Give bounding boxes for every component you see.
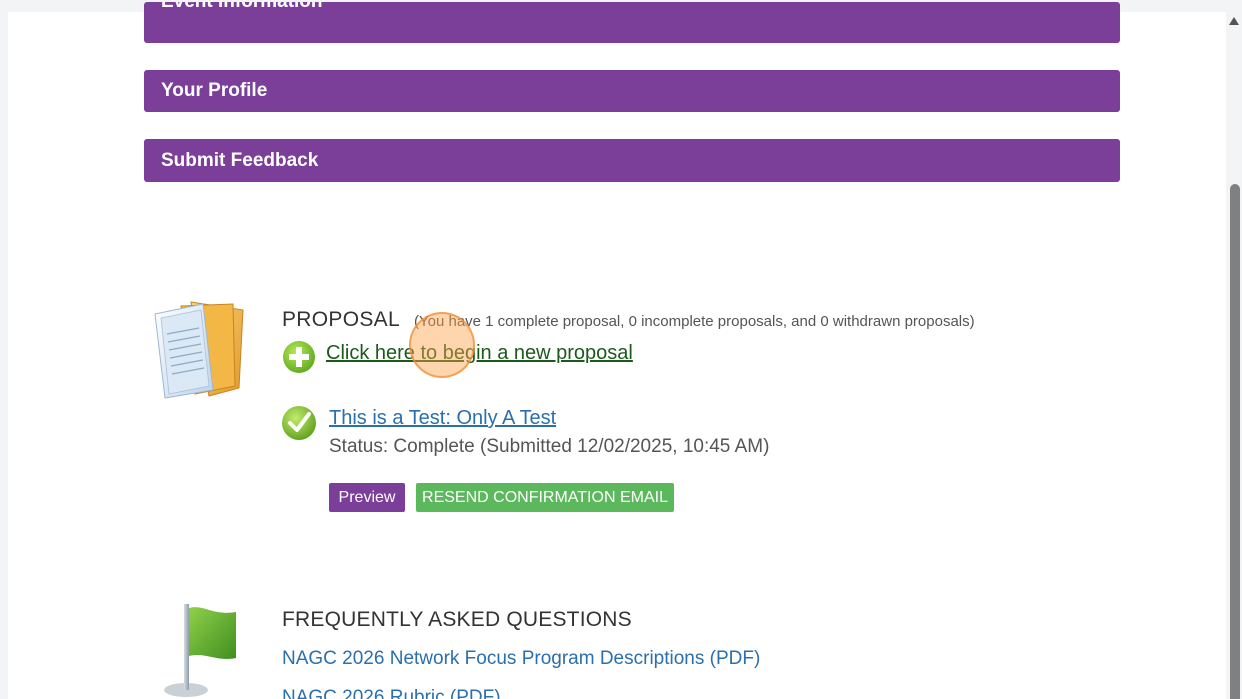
page-content: Event Information Your Profile Submit Fe… <box>8 2 1226 699</box>
new-proposal-link[interactable]: Click here to begin a new proposal <box>326 342 633 365</box>
preview-button[interactable]: Preview <box>329 483 405 512</box>
green-flag-icon <box>164 604 236 697</box>
your-profile-label: Your Profile <box>161 80 268 101</box>
resend-confirmation-email-button[interactable]: RESEND CONFIRMATION EMAIL <box>416 483 674 512</box>
scroll-up-arrow-icon[interactable] <box>1229 17 1239 25</box>
faq-link-rubric[interactable]: NAGC 2026 Rubric (PDF) <box>282 687 501 699</box>
event-information-label: Event Information <box>161 2 323 13</box>
checkmark-circle-icon <box>282 406 316 440</box>
your-profile-bar[interactable]: Your Profile <box>144 70 1120 112</box>
proposal-item-status: Status: Complete (Submitted 12/02/2025, … <box>329 436 770 457</box>
plus-circle-icon[interactable] <box>282 340 316 374</box>
folder-documents-icon <box>154 301 244 399</box>
faq-heading: FREQUENTLY ASKED QUESTIONS <box>282 608 632 631</box>
proposal-item-link[interactable]: This is a Test: Only A Test <box>329 407 556 430</box>
scrollbar-thumb[interactable] <box>1230 184 1240 699</box>
faq-link-program-descriptions[interactable]: NAGC 2026 Network Focus Program Descript… <box>282 648 760 670</box>
submit-feedback-bar[interactable]: Submit Feedback <box>144 139 1120 182</box>
proposal-count-note: (You have 1 complete proposal, 0 incompl… <box>414 313 975 330</box>
submit-feedback-label: Submit Feedback <box>161 149 319 171</box>
event-information-bar[interactable]: Event Information <box>144 2 1120 43</box>
vertical-scrollbar[interactable] <box>1226 12 1242 699</box>
proposal-heading: PROPOSAL <box>282 308 400 331</box>
